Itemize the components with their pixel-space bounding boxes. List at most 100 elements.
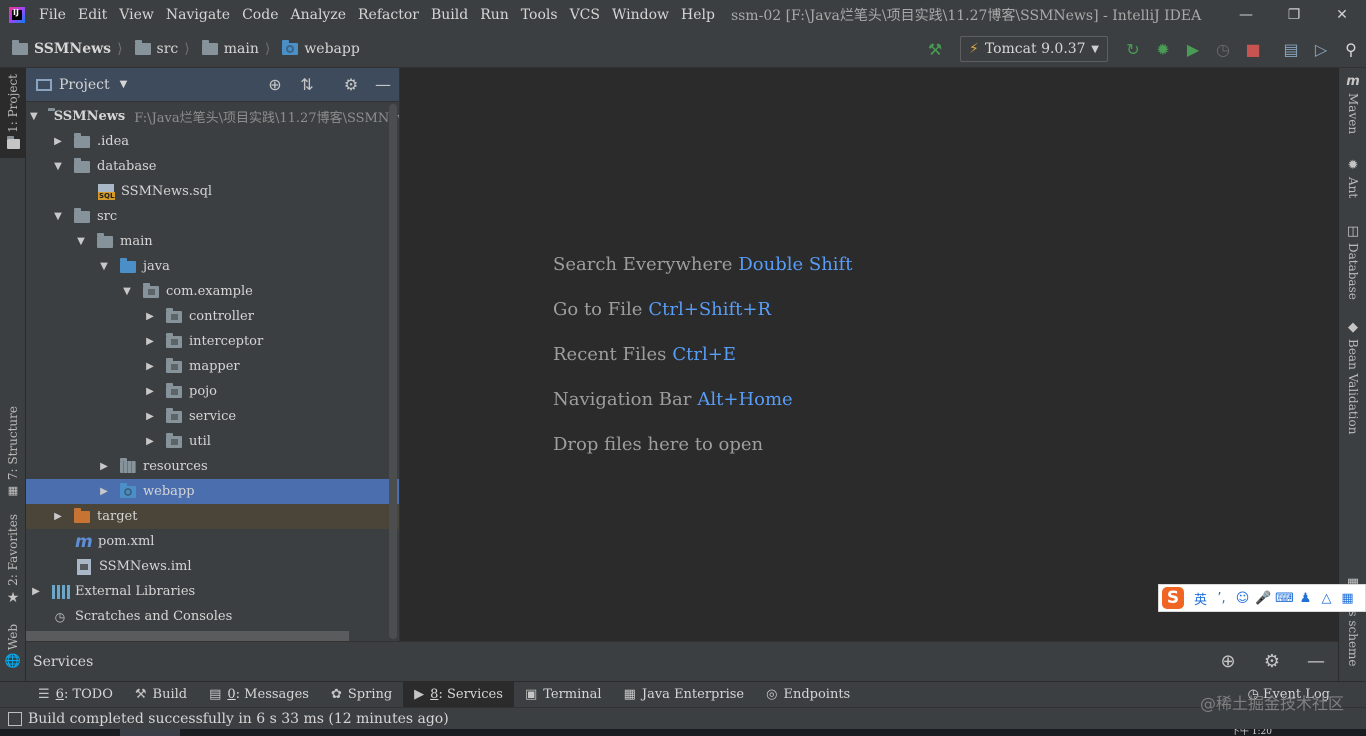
vertical-scrollbar[interactable] bbox=[389, 104, 397, 639]
breadcrumb-src[interactable]: src ⟩ bbox=[123, 39, 190, 57]
collapse-all-icon[interactable]: ⇅ bbox=[291, 75, 323, 94]
menu-run[interactable]: Run bbox=[474, 0, 515, 30]
menu-edit[interactable]: Edit bbox=[72, 0, 113, 30]
hide-icon[interactable]: — bbox=[1294, 651, 1338, 672]
breadcrumb-label: webapp bbox=[304, 40, 360, 57]
menu-tools[interactable]: Tools bbox=[515, 0, 564, 30]
ime-toolbar[interactable]: S 英 ’, ☺ 🎤 ⌨ ♟ △ ▦ bbox=[1158, 584, 1366, 612]
menu-code[interactable]: Code bbox=[236, 0, 284, 30]
project-structure-icon[interactable]: ▤ bbox=[1276, 40, 1306, 59]
tree-node-external-libraries[interactable]: ▶ External Libraries bbox=[26, 579, 399, 604]
tab-java-enterprise[interactable]: ▦ Java Enterprise bbox=[613, 682, 756, 708]
collapsed-arrow-icon: ▶ bbox=[100, 486, 108, 497]
ime-skin-icon[interactable]: △ bbox=[1316, 591, 1337, 606]
tree-node-target[interactable]: ▶ target bbox=[26, 504, 399, 529]
search-icon[interactable]: ⚲ bbox=[1336, 40, 1366, 59]
tree-node-ssmnews-iml[interactable]: SSMNews.iml bbox=[26, 554, 399, 579]
debug-icon[interactable]: ✹ bbox=[1148, 40, 1178, 59]
rerun-icon[interactable]: ↻ bbox=[1118, 40, 1148, 59]
tab-mnemonic: 8 bbox=[430, 687, 439, 702]
maximize-button[interactable]: ❐ bbox=[1270, 0, 1318, 30]
tree-node-mapper[interactable]: ▶ mapper bbox=[26, 354, 399, 379]
menu-build[interactable]: Build bbox=[425, 0, 474, 30]
tree-node-java[interactable]: ▼ java bbox=[26, 254, 399, 279]
ime-user-icon[interactable]: ♟ bbox=[1295, 591, 1316, 606]
menu-navigate[interactable]: Navigate bbox=[160, 0, 236, 30]
tree-node-com-example[interactable]: ▼ com.example bbox=[26, 279, 399, 304]
tab-endpoints[interactable]: ◎ Endpoints bbox=[755, 682, 861, 708]
menu-window[interactable]: Window bbox=[606, 0, 675, 30]
profile-icon[interactable]: ◷ bbox=[1208, 40, 1238, 59]
ime-logo-icon[interactable]: S bbox=[1162, 587, 1184, 609]
breadcrumb-webapp[interactable]: webapp bbox=[270, 39, 360, 57]
expanded-arrow-icon: ▼ bbox=[123, 286, 131, 297]
tree-node-resources[interactable]: ▶ resources bbox=[26, 454, 399, 479]
build-hammer-icon[interactable]: ⚒ bbox=[920, 40, 950, 59]
taskbar-item[interactable] bbox=[120, 729, 180, 736]
menu-file[interactable]: File bbox=[33, 0, 72, 30]
horizontal-scrollbar[interactable] bbox=[26, 631, 349, 641]
tree-node-webapp[interactable]: ▶ webapp bbox=[26, 479, 399, 504]
tool-tab-structure[interactable]: 7: Structure ▦ bbox=[0, 406, 26, 497]
tab-label: Endpoints bbox=[783, 687, 851, 702]
hint-navigation-bar: Navigation Bar Alt+Home bbox=[553, 389, 793, 410]
editor-area[interactable]: Search Everywhere Double Shift Go to File… bbox=[399, 68, 1338, 641]
gear-icon[interactable]: ⚙ bbox=[335, 75, 367, 94]
ime-menu-icon[interactable]: ▦ bbox=[1337, 591, 1358, 606]
tree-node-interceptor[interactable]: ▶ interceptor bbox=[26, 329, 399, 354]
tree-node-service[interactable]: ▶ service bbox=[26, 404, 399, 429]
chevron-down-icon: ▼ bbox=[1091, 43, 1099, 55]
spring-leaf-icon: ✿ bbox=[330, 687, 342, 702]
locate-target-icon[interactable]: ⊕ bbox=[259, 75, 291, 94]
menu-refactor[interactable]: Refactor bbox=[352, 0, 425, 30]
run-with-coverage-icon[interactable]: ▶ bbox=[1178, 40, 1208, 59]
tab-services[interactable]: ▶ 8: Services bbox=[403, 681, 514, 708]
tree-node-database[interactable]: ▼ database bbox=[26, 154, 399, 179]
ime-emoji-icon[interactable]: ☺ bbox=[1232, 591, 1253, 606]
project-view-select[interactable]: Project ▼ bbox=[36, 77, 127, 93]
menu-help[interactable]: Help bbox=[675, 0, 721, 30]
tool-tab-web[interactable]: Web 🌐 bbox=[0, 624, 26, 669]
ime-punctuation-icon[interactable]: ’, bbox=[1211, 591, 1232, 606]
tree-node-main[interactable]: ▼ main bbox=[26, 229, 399, 254]
presentation-mode-icon[interactable]: ▷ bbox=[1306, 40, 1336, 59]
gear-icon[interactable]: ⚙ bbox=[1250, 651, 1294, 672]
hide-icon[interactable]: — bbox=[367, 75, 399, 94]
minimize-button[interactable]: — bbox=[1222, 0, 1270, 30]
run-configuration-select[interactable]: ⚡ Tomcat 9.0.37 ▼ bbox=[960, 36, 1108, 62]
breadcrumb-ssmnews[interactable]: SSMNews ⟩ bbox=[0, 39, 123, 57]
tab-build[interactable]: ⚒ Build bbox=[124, 682, 198, 708]
ime-language-toggle[interactable]: 英 bbox=[1190, 589, 1211, 608]
tab-terminal[interactable]: ▣ Terminal bbox=[514, 682, 613, 708]
tree-node-pojo[interactable]: ▶ pojo bbox=[26, 379, 399, 404]
menu-analyze[interactable]: Analyze bbox=[284, 0, 352, 30]
tool-tab-project[interactable]: 1: Project bbox=[0, 68, 26, 158]
menu-view[interactable]: View bbox=[113, 0, 160, 30]
hint-shortcut: Ctrl+E bbox=[672, 344, 736, 365]
tool-tab-bean-validation[interactable]: ◆ Bean Validation bbox=[1339, 320, 1366, 434]
tool-tab-favorites[interactable]: 2: Favorites ★ bbox=[0, 514, 26, 606]
tree-node-src[interactable]: ▼ src bbox=[26, 204, 399, 229]
tree-node-scratches[interactable]: ◷ Scratches and Consoles bbox=[26, 604, 399, 629]
tab-messages[interactable]: ▤ 0: Messages bbox=[198, 682, 320, 708]
tool-tab-ant[interactable]: ✹ Ant bbox=[1339, 158, 1366, 198]
breadcrumb-main[interactable]: main ⟩ bbox=[190, 39, 270, 57]
tab-todo[interactable]: ☰ 6: TODO bbox=[0, 682, 124, 708]
tool-windows-toggle-icon[interactable] bbox=[8, 711, 22, 726]
tree-node-util[interactable]: ▶ util bbox=[26, 429, 399, 454]
locate-target-icon[interactable]: ⊕ bbox=[1206, 651, 1250, 672]
tool-tab-maven[interactable]: m Maven bbox=[1339, 74, 1366, 134]
tree-node-idea[interactable]: ▶ .idea bbox=[26, 129, 399, 154]
tab-spring[interactable]: ✿ Spring bbox=[320, 682, 403, 708]
menu-vcs[interactable]: VCS bbox=[564, 0, 606, 30]
list-icon: ☰ bbox=[38, 687, 50, 702]
ime-voice-icon[interactable]: 🎤 bbox=[1253, 591, 1274, 606]
ime-keyboard-icon[interactable]: ⌨ bbox=[1274, 591, 1295, 606]
tree-node-controller[interactable]: ▶ controller bbox=[26, 304, 399, 329]
tool-tab-database[interactable]: ◫ Database bbox=[1339, 224, 1366, 300]
tree-node-pom-xml[interactable]: m pom.xml bbox=[26, 529, 399, 554]
tree-node-ssmnews[interactable]: ▼ SSMNews F:\Java烂笔头\项目实践\11.27博客\SSMNew… bbox=[26, 104, 415, 129]
stop-icon[interactable]: ■ bbox=[1238, 40, 1268, 59]
close-button[interactable]: ✕ bbox=[1318, 0, 1366, 30]
tree-node-ssmnews-sql[interactable]: SQL SSMNews.sql bbox=[26, 179, 399, 204]
